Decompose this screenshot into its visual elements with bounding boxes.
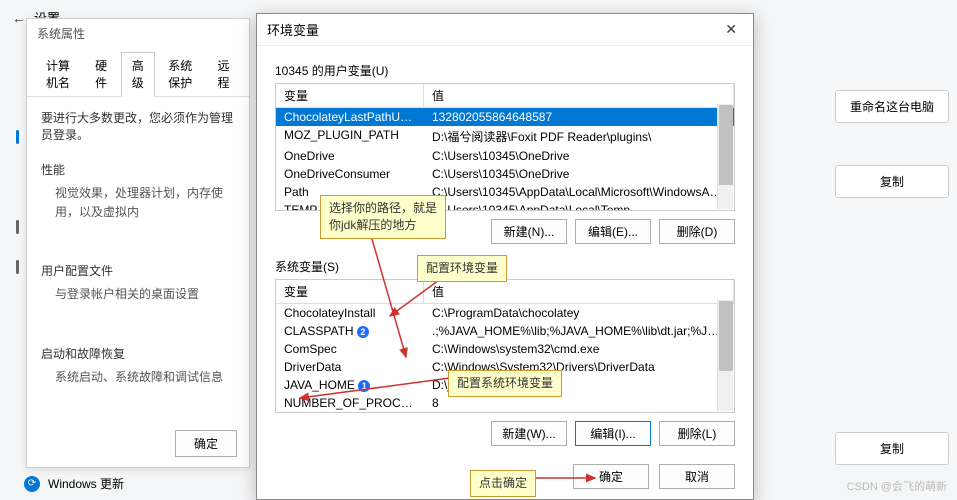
col-value[interactable]: 值 (424, 84, 734, 107)
sys-delete-button[interactable]: 删除(L) (659, 421, 735, 446)
sysprops-ok-button[interactable]: 确定 (175, 430, 237, 457)
profile-desc: 与登录帐户相关的桌面设置 (41, 285, 235, 304)
user-vars-label: 10345 的用户变量(U) (275, 62, 735, 79)
sysprops-tabs: 计算机名 硬件 高级 系统保护 远程 (27, 48, 249, 97)
callout-config-env: 配置环境变量 (417, 255, 507, 282)
update-icon: ⟳ (24, 476, 40, 492)
annotation-badge: 2 (357, 326, 369, 338)
table-row[interactable]: OneDriveC:\Users\10345\OneDrive (276, 147, 734, 165)
callout-click-ok: 点击确定 (470, 470, 536, 497)
user-vars-table[interactable]: 变量 值 ChocolateyLastPathUpdate13280205586… (275, 83, 735, 211)
tab-protection[interactable]: 系统保护 (157, 52, 204, 96)
scrollbar[interactable] (717, 300, 733, 411)
tab-remote[interactable]: 远程 (206, 52, 241, 96)
sys-edit-button[interactable]: 编辑(I)... (575, 421, 651, 446)
env-cancel-button[interactable]: 取消 (659, 464, 735, 489)
profile-title: 用户配置文件 (41, 262, 235, 279)
table-row[interactable]: MOZ_PLUGIN_PATHD:\福兮阅读器\Foxit PDF Reader… (276, 126, 734, 147)
table-row[interactable]: OneDriveConsumerC:\Users\10345\OneDrive (276, 165, 734, 183)
user-new-button[interactable]: 新建(N)... (491, 219, 567, 244)
env-ok-button[interactable]: 确定 (573, 464, 649, 489)
tab-hardware[interactable]: 硬件 (84, 52, 119, 96)
col-variable[interactable]: 变量 (276, 84, 424, 107)
annotation-badge: 1 (358, 380, 370, 392)
col-variable[interactable]: 变量 (276, 280, 424, 303)
callout-jdk-path: 选择你的路径，就是 你jdk解压的地方 (320, 195, 446, 239)
callout-config-sys-env: 配置系统环境变量 (448, 370, 562, 397)
accent-indicator (16, 130, 19, 144)
perf-desc: 视觉效果，处理器计划，内存使用，以及虚拟内 (41, 184, 235, 222)
table-row[interactable]: ComSpecC:\Windows\system32\cmd.exe (276, 340, 734, 358)
table-row[interactable]: ChocolateyInstallC:\ProgramData\chocolat… (276, 304, 734, 322)
table-row[interactable]: OSWindows_NT (276, 412, 734, 413)
right-actions: 重命名这台电脑 复制 复制 (835, 90, 957, 465)
watermark: CSDN @会飞的萌新 (847, 478, 947, 494)
table-row[interactable]: CLASSPATH 2.;%JAVA_HOME%\lib;%JAVA_HOME%… (276, 322, 734, 340)
back-arrow-icon[interactable]: ← (12, 10, 26, 26)
copy-button[interactable]: 复制 (835, 165, 949, 198)
close-icon[interactable]: ✕ (719, 21, 743, 38)
sysprops-title: 系统属性 (27, 19, 249, 48)
startup-title: 启动和故障恢复 (41, 345, 235, 362)
admin-note: 要进行大多数更改，您必须作为管理员登录。 (41, 109, 235, 143)
startup-desc: 系统启动、系统故障和调试信息 (41, 368, 235, 387)
user-delete-button[interactable]: 删除(D) (659, 219, 735, 244)
scrollbar[interactable] (717, 104, 733, 209)
table-row[interactable]: ChocolateyLastPathUpdate1328020558646485… (276, 108, 734, 126)
tab-advanced[interactable]: 高级 (121, 52, 156, 97)
side-indicator (16, 260, 19, 274)
system-properties-window: 系统属性 计算机名 硬件 高级 系统保护 远程 要进行大多数更改，您必须作为管理… (26, 18, 250, 468)
perf-title: 性能 (41, 161, 235, 178)
rename-pc-button[interactable]: 重命名这台电脑 (835, 90, 949, 123)
user-edit-button[interactable]: 编辑(E)... (575, 219, 651, 244)
tab-computer-name[interactable]: 计算机名 (35, 52, 82, 96)
side-indicator (16, 220, 19, 234)
col-value[interactable]: 值 (424, 280, 734, 303)
sys-new-button[interactable]: 新建(W)... (491, 421, 567, 446)
windows-update-label: Windows 更新 (48, 475, 124, 492)
env-title: 环境变量 (267, 20, 319, 39)
copy-button[interactable]: 复制 (835, 432, 949, 465)
windows-update-link[interactable]: ⟳ Windows 更新 (24, 475, 124, 492)
